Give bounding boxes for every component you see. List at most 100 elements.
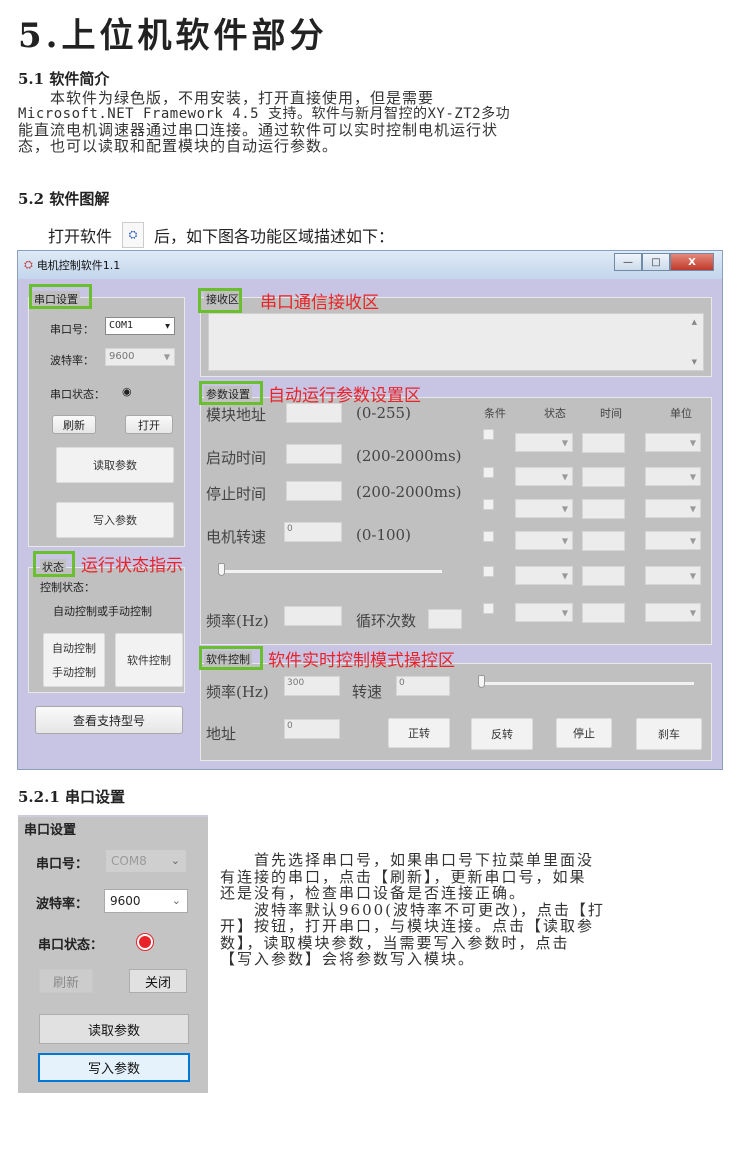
param-frequency-input[interactable] xyxy=(284,606,342,626)
read-params-button[interactable]: 读取参数 xyxy=(39,1014,189,1044)
port-select[interactable]: COM1 ▼ xyxy=(105,317,175,335)
receive-textarea[interactable]: ▲ ▼ xyxy=(208,313,704,371)
unit-select[interactable]: ▼ xyxy=(645,566,701,585)
time-input[interactable] xyxy=(582,603,625,623)
condition-checkbox[interactable] xyxy=(483,467,494,478)
state-select[interactable]: ▼ xyxy=(515,433,573,452)
baud-label: 波特率： xyxy=(36,897,89,912)
port-value: COM1 xyxy=(109,320,134,331)
chevron-down-icon: ⌄ xyxy=(170,854,180,867)
intro-line: 能直流电机调速器通过串口连接。通过软件可以实时控制电机运行状 xyxy=(18,121,499,139)
title-bar: ⛭ 电机控制软件1.1 — □ X xyxy=(18,251,722,279)
condition-checkbox[interactable] xyxy=(483,429,494,440)
write-params-button[interactable]: 写入参数 xyxy=(56,502,174,538)
state-select[interactable]: ▼ xyxy=(515,499,573,518)
time-input[interactable] xyxy=(582,531,625,551)
sw-frequency-label: 频率(Hz) xyxy=(206,683,269,701)
close-port-button[interactable]: 关闭 xyxy=(129,969,187,993)
col-state-header: 状态 xyxy=(544,407,566,420)
highlight-box xyxy=(199,646,263,670)
start-time-input[interactable] xyxy=(286,444,342,464)
scroll-up-icon[interactable]: ▲ xyxy=(692,318,697,326)
intro-line: 态，也可以读取和配置模块的自动运行参数。 xyxy=(18,137,339,155)
condition-checkbox[interactable] xyxy=(483,603,494,614)
baud-label: 波特率： xyxy=(50,354,94,367)
motor-speed-label: 电机转速 xyxy=(206,528,267,546)
maximize-button[interactable]: □ xyxy=(642,253,670,271)
auto-manual-indicator: 自动控制 手动控制 xyxy=(43,633,105,687)
baud-select[interactable]: 9600 ⌄ xyxy=(104,889,188,913)
state-select[interactable]: ▼ xyxy=(515,603,573,622)
unit-select[interactable]: ▼ xyxy=(645,467,701,486)
auto-control-label: 自动控制 xyxy=(52,642,96,655)
port-label: 串口号： xyxy=(36,857,89,872)
desc-line: 有连接的串口，点击【刷新】，更新串口号，如果 xyxy=(220,867,587,886)
window-title: 电机控制软件1.1 xyxy=(36,259,121,272)
desc-line: 数】，读取模块参数，当需要写入参数时，点击 xyxy=(220,933,570,952)
sw-speed-input[interactable]: 0 xyxy=(396,676,450,696)
status-label: 串口状态： xyxy=(50,388,105,401)
unit-select[interactable]: ▼ xyxy=(645,531,701,550)
control-state-label: 控制状态： xyxy=(40,581,95,594)
sw-address-input[interactable]: 0 xyxy=(284,719,340,739)
reverse-button[interactable]: 反转 xyxy=(471,718,533,750)
read-params-button[interactable]: 读取参数 xyxy=(56,447,174,483)
dropdown-arrow-icon: ▼ xyxy=(689,504,696,513)
port-select[interactable]: COM8 ⌄ xyxy=(105,849,187,873)
stop-time-range: (200-2000ms) xyxy=(356,483,462,501)
refresh-button[interactable]: 刷新 xyxy=(52,415,96,434)
motor-speed-range: (0-100) xyxy=(356,526,411,544)
section-5-1-body: 本软件为绿色版，不用安装，打开直接使用，但是需要 Microsoft.NET F… xyxy=(18,90,738,154)
motor-speed-input[interactable]: 0 xyxy=(284,522,342,542)
intro-line: Microsoft.NET Framework 4.5 支持。软件与新月智控的X… xyxy=(18,106,511,122)
time-input[interactable] xyxy=(582,566,625,586)
minimize-button[interactable]: — xyxy=(614,253,642,271)
write-params-button[interactable]: 写入参数 xyxy=(38,1053,190,1082)
sw-speed-slider-thumb[interactable] xyxy=(478,675,485,688)
dropdown-arrow-icon: ▼ xyxy=(561,504,568,513)
desc-line: 还是没有，检查串口设备是否连接正确。 xyxy=(220,884,527,902)
dropdown-arrow-icon: ▼ xyxy=(561,571,568,580)
stop-button[interactable]: 停止 xyxy=(556,718,612,748)
dropdown-arrow-icon: ▼ xyxy=(561,536,568,545)
unit-select[interactable]: ▼ xyxy=(645,603,701,622)
unit-select[interactable]: ▼ xyxy=(645,433,701,452)
view-models-button[interactable]: 查看支持型号 xyxy=(35,706,183,734)
module-addr-input[interactable] xyxy=(286,403,342,423)
param-speed-slider-track[interactable] xyxy=(220,570,442,573)
intro-line: 本软件为绿色版，不用安装，打开直接使用，但是需要 xyxy=(18,89,435,107)
dropdown-arrow-icon: ▼ xyxy=(163,352,170,362)
dropdown-arrow-icon: ▼ xyxy=(561,438,568,447)
condition-checkbox[interactable] xyxy=(483,566,494,577)
window-controls: — □ X xyxy=(614,253,714,271)
time-input[interactable] xyxy=(582,433,625,453)
loop-count-input[interactable] xyxy=(428,609,462,629)
unit-select[interactable]: ▼ xyxy=(645,499,701,518)
software-control-button[interactable]: 软件控制 xyxy=(115,633,183,687)
dropdown-arrow-icon: ▼ xyxy=(689,438,696,447)
refresh-button[interactable]: 刷新 xyxy=(39,969,93,993)
state-select[interactable]: ▼ xyxy=(515,566,573,585)
time-input[interactable] xyxy=(582,467,625,487)
status-annotation: 运行状态指示 xyxy=(81,556,183,576)
sw-frequency-input[interactable]: 300 xyxy=(284,676,340,696)
forward-button[interactable]: 正转 xyxy=(388,718,450,748)
state-select[interactable]: ▼ xyxy=(515,531,573,550)
stop-time-input[interactable] xyxy=(286,481,342,501)
close-button[interactable]: X xyxy=(670,253,714,271)
scroll-down-icon[interactable]: ▼ xyxy=(692,358,697,366)
baud-select[interactable]: 9600 ▼ xyxy=(105,348,175,366)
condition-checkbox[interactable] xyxy=(483,499,494,510)
sw-speed-slider-track[interactable] xyxy=(480,682,694,685)
status-indicator-icon: ◉ xyxy=(122,385,132,398)
brake-button[interactable]: 刹车 xyxy=(636,718,702,750)
app-icon: ⛭ xyxy=(122,222,145,248)
state-select[interactable]: ▼ xyxy=(515,467,573,486)
highlight-box xyxy=(33,551,75,577)
condition-checkbox[interactable] xyxy=(483,531,494,542)
section-5-2-title: 5.2 软件图解 xyxy=(18,190,110,208)
serial-settings-panel: 串口设置 串口号： COM8 ⌄ 波特率： 9600 ⌄ 串口状态： 刷新 关闭 读… xyxy=(18,815,208,1093)
param-speed-slider-thumb[interactable] xyxy=(218,563,225,576)
open-button[interactable]: 打开 xyxy=(125,415,173,434)
time-input[interactable] xyxy=(582,499,625,519)
